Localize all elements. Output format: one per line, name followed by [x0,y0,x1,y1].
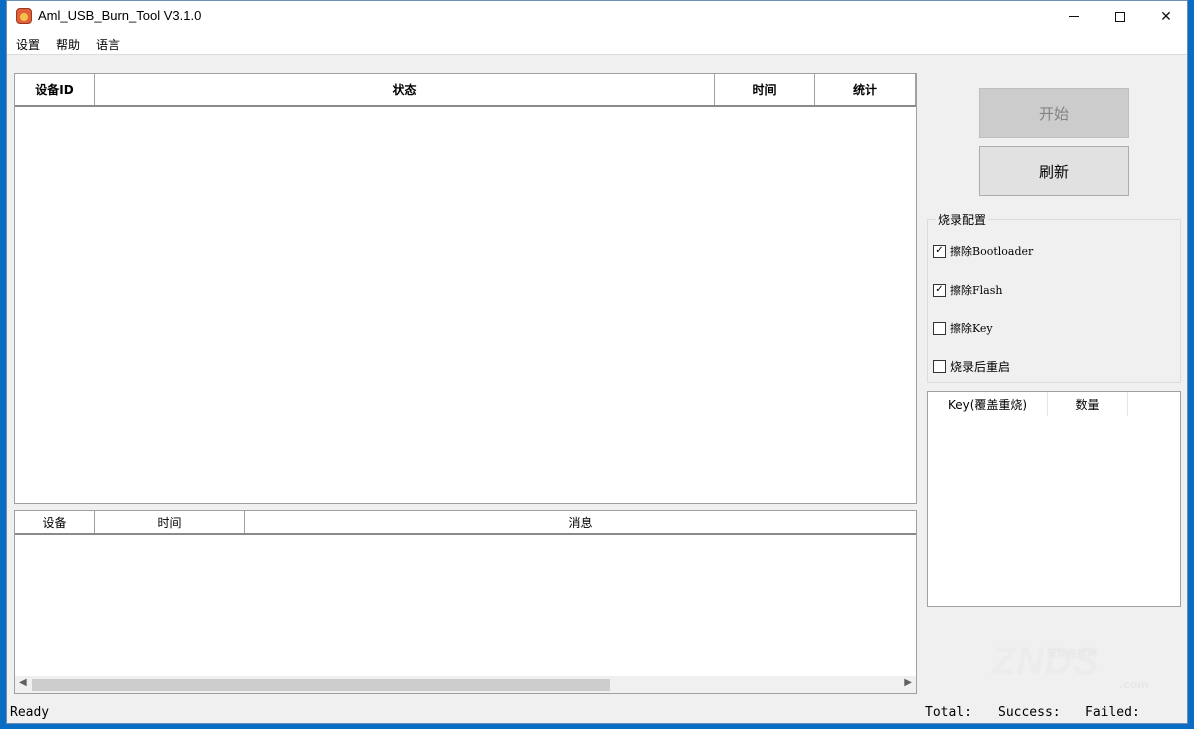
option-label: 擦除Key [950,322,993,335]
col-log-time[interactable]: 时间 [95,511,245,533]
menu-help[interactable]: 帮助 [56,36,80,53]
col-quantity[interactable]: 数量 [1048,392,1128,416]
device-table[interactable]: 设备ID 状态 时间 统计 [14,73,917,504]
col-device-id[interactable]: 设备ID [15,74,95,105]
status-ready: Ready [10,705,50,720]
menu-settings[interactable]: 设置 [16,36,40,53]
title-bar: Aml_USB_Burn_Tool V3.1.0 ✕ [7,1,1187,32]
minimize-icon [1069,16,1079,17]
refresh-button[interactable]: 刷新 [979,146,1129,196]
log-table[interactable]: 设备 时间 消息 ◀ ▶ [14,510,917,694]
close-button[interactable]: ✕ [1143,1,1187,32]
burn-config-group: 烧录配置 ✓ 擦除Bootloader ✓ 擦除Flash 擦除Key 烧录后重… [927,211,1181,383]
checkbox-erase-flash[interactable]: ✓ [933,283,946,297]
col-message[interactable]: 消息 [245,511,916,533]
horizontal-scrollbar[interactable]: ◀ ▶ [15,676,916,693]
log-table-header: 设备 时间 消息 [15,511,916,535]
maximize-button[interactable] [1097,1,1143,32]
option-reboot-after-burn[interactable]: 烧录后重启 [933,358,1010,374]
burn-config-title: 烧录配置 [936,211,989,228]
status-total: Total: [925,705,972,720]
option-label: 擦除Bootloader [950,245,1034,258]
key-table[interactable]: Key(覆盖重烧) 数量 [927,391,1181,607]
app-window: Aml_USB_Burn_Tool V3.1.0 ✕ 设置 帮助 语言 设备ID… [6,0,1188,724]
start-button[interactable]: 开始 [979,88,1129,138]
menu-language[interactable]: 语言 [96,36,120,53]
menu-bar: 设置 帮助 语言 [7,32,1187,54]
status-success: Success: [998,705,1061,720]
window-title: Aml_USB_Burn_Tool V3.1.0 [38,8,202,23]
col-stats[interactable]: 统计 [815,74,916,105]
col-key[interactable]: Key(覆盖重烧) [928,392,1048,416]
col-device[interactable]: 设备 [15,511,95,533]
checkbox-reboot-after-burn[interactable] [933,359,946,373]
option-erase-key[interactable]: 擦除Key [933,320,993,336]
minimize-button[interactable] [1051,1,1097,32]
maximize-icon [1115,11,1125,22]
option-erase-flash[interactable]: ✓ 擦除Flash [933,282,1002,298]
close-icon: ✕ [1160,8,1172,25]
col-status[interactable]: 状态 [95,74,715,105]
scroll-right-icon[interactable]: ▶ [904,677,912,688]
col-time[interactable]: 时间 [715,74,815,105]
status-bar: Ready Total: Success: Failed: [7,703,1187,723]
watermark-subtitle: 智能电视网 [1047,649,1097,660]
menu-separator [7,54,1187,55]
scrollbar-thumb[interactable] [32,679,610,691]
option-label: 擦除Flash [950,284,1003,297]
status-failed: Failed: [1085,705,1140,720]
checkbox-erase-bootloader[interactable]: ✓ [933,244,946,258]
key-table-header: Key(覆盖重烧) 数量 [928,392,1128,416]
device-table-header: 设备ID 状态 时间 统计 [15,74,916,107]
checkbox-erase-key[interactable] [933,321,946,335]
option-label: 烧录后重启 [950,359,1011,374]
scroll-left-icon[interactable]: ◀ [19,677,27,688]
option-erase-bootloader[interactable]: ✓ 擦除Bootloader [933,243,1033,259]
watermark-domain: .com [1119,678,1149,691]
app-icon [16,8,32,24]
